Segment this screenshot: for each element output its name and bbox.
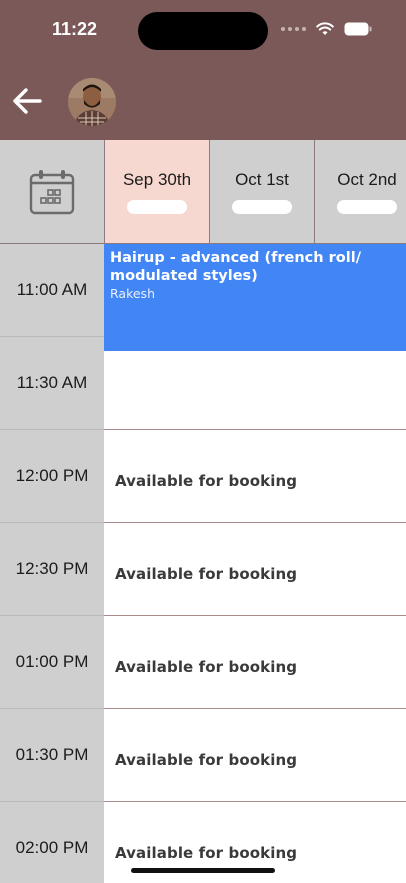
date-label: Oct 1st xyxy=(235,170,289,189)
time-label: 12:30 PM xyxy=(0,523,104,616)
date-indicator-pill xyxy=(232,200,292,214)
time-slot[interactable]: Available for booking xyxy=(104,523,406,616)
calendar-icon xyxy=(29,170,75,215)
date-indicator-pill xyxy=(127,200,187,214)
dynamic-island xyxy=(138,12,268,50)
time-label: 11:00 AM xyxy=(0,244,104,337)
profile-photo xyxy=(68,78,116,126)
schedule-grid: 11:00 AM 11:30 AM 12:00 PM 12:30 PM 01:0… xyxy=(0,244,406,883)
time-label: 02:00 PM xyxy=(0,802,104,883)
battery-icon xyxy=(344,22,372,36)
time-slot[interactable]: Available for booking xyxy=(104,616,406,709)
slot-status: Available for booking xyxy=(115,472,298,490)
slot-status: Available for booking xyxy=(115,844,298,862)
home-indicator xyxy=(131,868,275,873)
calendar-button[interactable] xyxy=(0,140,105,243)
time-slot[interactable]: Available for booking xyxy=(104,430,406,523)
time-label: 01:00 PM xyxy=(0,616,104,709)
date-indicator-pill xyxy=(337,200,397,214)
status-icons xyxy=(281,22,372,36)
date-tab-oct-1[interactable]: Oct 1st xyxy=(210,140,315,243)
time-label: 12:00 PM xyxy=(0,430,104,523)
time-label: 01:30 PM xyxy=(0,709,104,802)
avatar[interactable] xyxy=(68,78,116,126)
date-selector-row: Sep 30th Oct 1st Oct 2nd xyxy=(0,140,406,244)
appointment-card[interactable]: Hairup - advanced (french roll/ modulate… xyxy=(104,244,406,351)
time-slot[interactable]: Available for booking xyxy=(104,709,406,802)
date-tab-sep-30[interactable]: Sep 30th xyxy=(105,140,210,243)
date-label: Sep 30th xyxy=(122,170,192,189)
time-column: 11:00 AM 11:30 AM 12:00 PM 12:30 PM 01:0… xyxy=(0,244,104,883)
app-header: 11:22 xyxy=(0,0,406,140)
signal-dots-icon xyxy=(281,27,306,31)
wifi-icon xyxy=(316,22,334,35)
date-label: Oct 2nd xyxy=(337,170,397,189)
appointment-staff: Rakesh xyxy=(110,286,155,301)
arrow-left-icon xyxy=(13,88,42,114)
slot-status: Available for booking xyxy=(115,565,298,583)
slot-status: Available for booking xyxy=(115,658,298,676)
time-label: 11:30 AM xyxy=(0,337,104,430)
status-bar-time: 11:22 xyxy=(52,19,98,39)
back-button[interactable] xyxy=(10,84,44,118)
appointment-title: Hairup - advanced (french roll/ modulate… xyxy=(110,250,361,284)
date-tab-oct-2[interactable]: Oct 2nd xyxy=(315,140,406,243)
slot-status: Available for booking xyxy=(115,751,298,769)
